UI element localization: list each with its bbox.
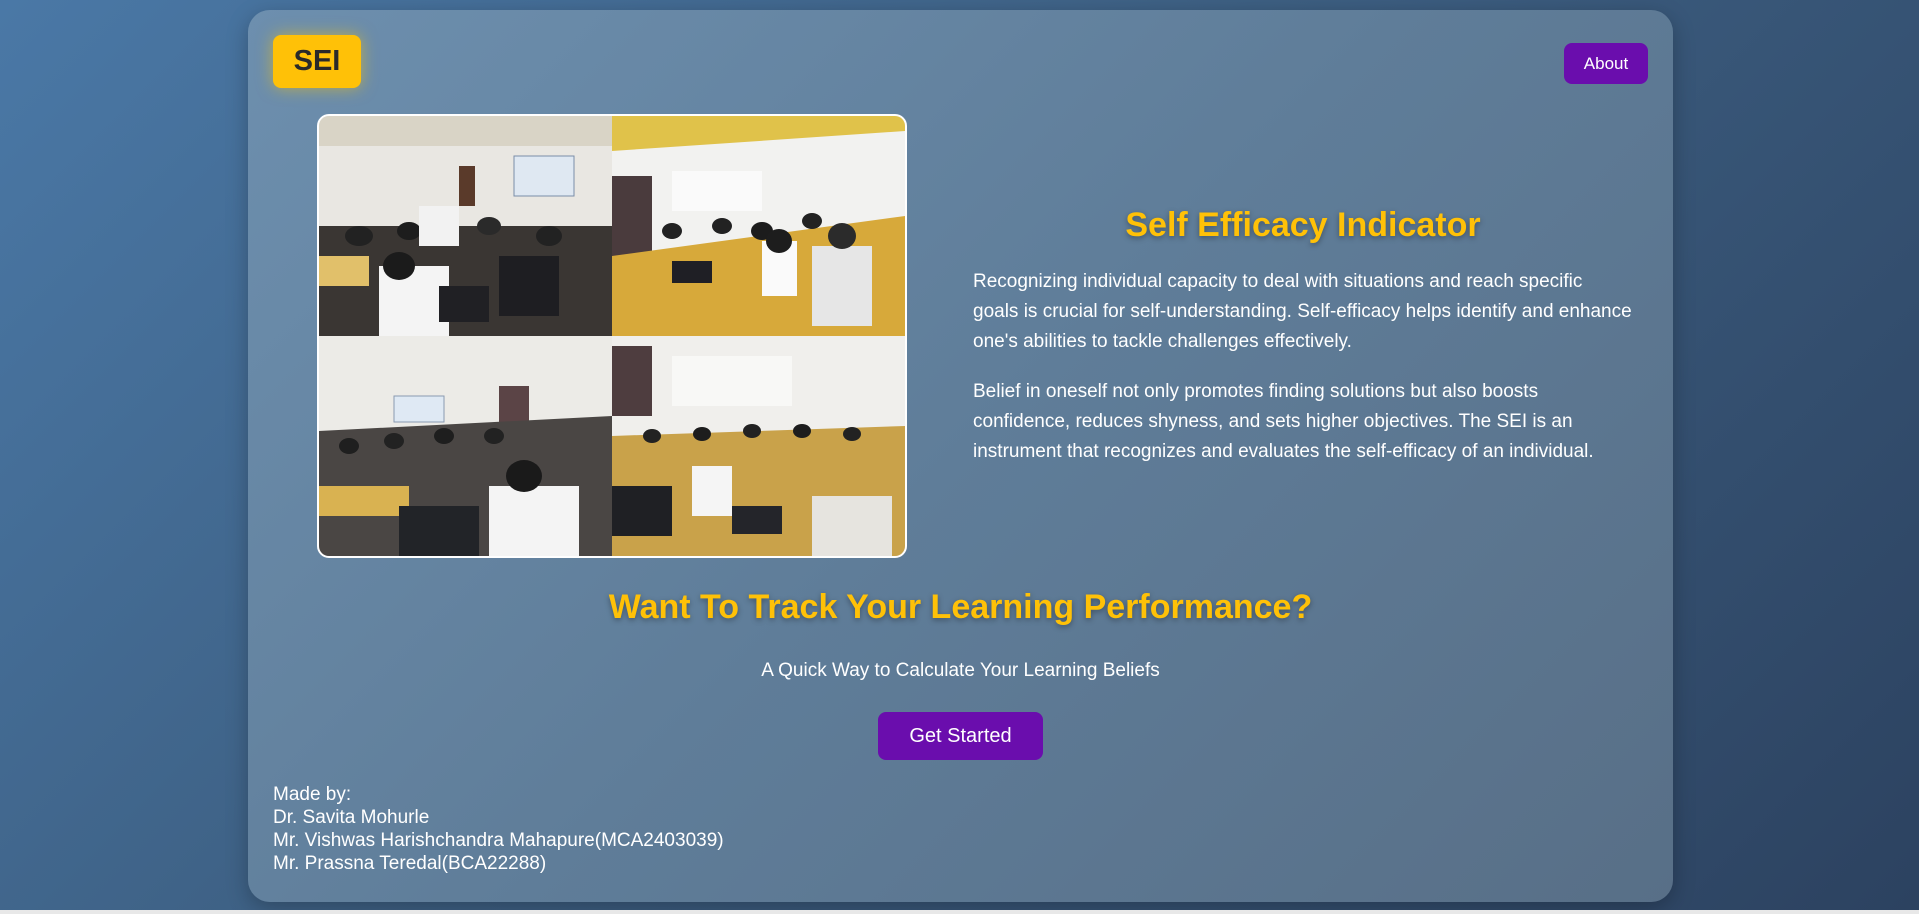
info-section: Self Efficacy Indicator Recognizing indi… bbox=[973, 206, 1633, 487]
classroom-photo-collage bbox=[317, 114, 907, 558]
classroom-photo bbox=[319, 336, 612, 556]
about-button[interactable]: About bbox=[1564, 43, 1648, 84]
classroom-photo bbox=[319, 116, 612, 336]
info-title: Self Efficacy Indicator bbox=[1125, 206, 1481, 244]
credit-name: Dr. Savita Mohurle bbox=[273, 807, 430, 828]
main-card: SEI About Self Efficacy Indicator Recogn… bbox=[248, 10, 1673, 902]
credits: Made by: Dr. Savita Mohurle Mr. Vishwas … bbox=[273, 783, 724, 875]
info-paragraph-2: Belief in oneself not only promotes find… bbox=[973, 381, 1594, 462]
credits-heading: Made by: bbox=[273, 784, 352, 805]
sei-logo[interactable]: SEI bbox=[273, 35, 361, 88]
credit-name: Mr. Vishwas Harishchandra Mahapure(MCA24… bbox=[273, 830, 724, 851]
page-bottom-strip bbox=[0, 910, 1919, 914]
credit-name: Mr. Prassna Teredal(BCA22288) bbox=[273, 853, 547, 874]
classroom-photo bbox=[612, 116, 905, 336]
info-paragraph-1: Recognizing individual capacity to deal … bbox=[973, 271, 1632, 352]
cta-title: Want To Track Your Learning Performance? bbox=[608, 588, 1313, 626]
get-started-button[interactable]: Get Started bbox=[878, 712, 1043, 760]
classroom-photo bbox=[612, 336, 905, 556]
cta-subtitle: A Quick Way to Calculate Your Learning B… bbox=[761, 660, 1160, 681]
